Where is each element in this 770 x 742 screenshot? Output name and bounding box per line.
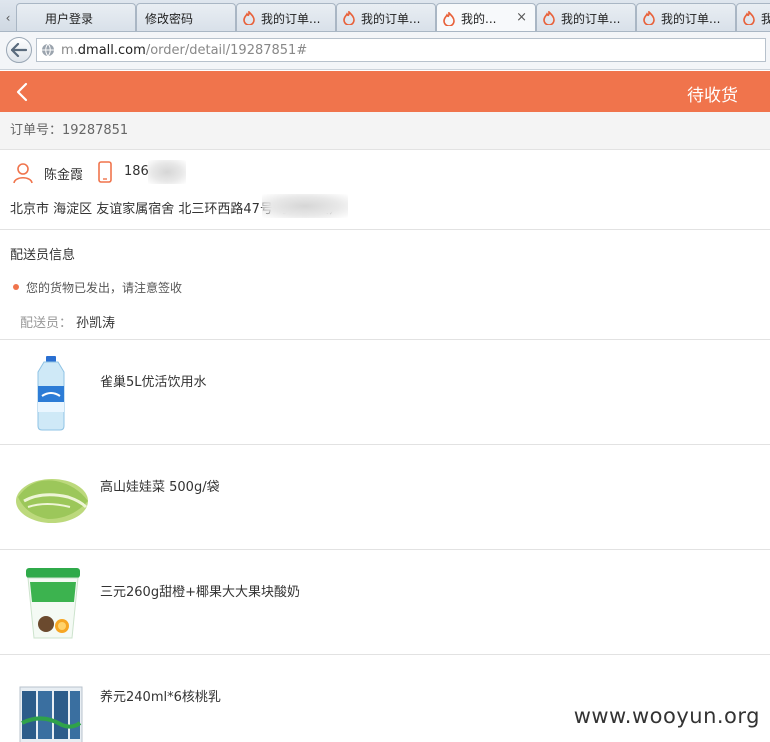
courier-section-title: 配送员信息 <box>10 248 76 263</box>
redaction-blur <box>262 194 348 218</box>
url-host: dmall.com <box>77 42 146 58</box>
flame-favicon-icon <box>743 11 755 25</box>
courier-name: 孙凯涛 <box>76 316 116 331</box>
item-name: 高山娃娃菜 500g/袋 <box>100 480 220 495</box>
item-name: 三元260g甜橙+椰果大大果块酸奶 <box>100 585 300 600</box>
tab-label: 修改密码 <box>145 11 194 26</box>
flame-favicon-icon <box>443 11 455 26</box>
url-input[interactable]: m. dmall.com/order/detail/19287851# <box>36 38 766 62</box>
order-item[interactable]: 雀巢5L优活饮用水 <box>0 340 770 445</box>
browser-tab-strip: ‹ 用户登录 修改密码 我的订单... 我的订单... 我的... × 我的订单… <box>0 0 770 32</box>
tab-my-orders-4[interactable]: 我的订单... <box>636 3 736 31</box>
shipment-notice: 您的货物已发出，请注意签收 <box>26 281 183 295</box>
tab-my-orders-active[interactable]: 我的... × <box>436 3 536 31</box>
phone-icon <box>98 161 112 183</box>
url-prefix: m. <box>61 42 78 58</box>
tab-label: 我的订单... <box>261 11 321 26</box>
yogurt-cup-icon <box>26 568 80 639</box>
flame-favicon-icon <box>543 11 555 25</box>
recipient-name: 陈金霞 <box>44 168 84 183</box>
tab-label: 我的订单... <box>661 11 721 26</box>
tab-label: 用户登录 <box>45 11 94 26</box>
person-icon <box>13 163 33 184</box>
tab-user-login[interactable]: 用户登录 <box>16 3 136 31</box>
flame-favicon-icon <box>243 11 255 25</box>
cabbage-icon <box>16 479 88 523</box>
walnut-milk-pack-icon <box>19 686 83 742</box>
order-item[interactable]: 高山娃娃菜 500g/袋 <box>0 445 770 550</box>
order-item[interactable]: 养元240ml*6核桃乳 <box>0 655 770 742</box>
status-dot-icon <box>13 284 19 290</box>
order-status-title: 待收货 <box>687 86 738 106</box>
order-number: 订单号：19287851 <box>0 112 770 150</box>
order-item[interactable]: 三元260g甜橙+椰果大大果块酸奶 <box>0 550 770 655</box>
tab-label: 我 <box>761 10 770 27</box>
tab-my-orders-1[interactable]: 我的订单... <box>236 3 336 31</box>
tab-my-orders-3[interactable]: 我的订单... <box>536 3 636 31</box>
item-name: 养元240ml*6核桃乳 <box>100 690 221 705</box>
tab-my-orders-5[interactable]: 我 <box>736 3 770 31</box>
courier-label: 配送员： <box>20 316 73 331</box>
tab-change-password[interactable]: 修改密码 <box>136 3 236 31</box>
tab-label: 我的订单... <box>361 11 421 26</box>
address-bar: m. dmall.com/order/detail/19287851# <box>0 32 770 70</box>
back-chevron-icon[interactable] <box>14 82 32 102</box>
tab-label: 我的... <box>461 12 497 26</box>
contact-section <box>0 150 770 230</box>
item-name: 雀巢5L优活饮用水 <box>100 375 207 390</box>
tab-scroll-left-button[interactable]: ‹ <box>0 3 16 31</box>
flame-favicon-icon <box>643 11 655 25</box>
tab-close-icon[interactable]: × <box>516 10 527 25</box>
browser-back-button[interactable] <box>6 37 32 63</box>
water-bottle-icon <box>37 356 65 431</box>
tab-label: 我的订单... <box>561 11 621 26</box>
arrow-left-icon <box>11 43 27 57</box>
url-path: /order/detail/19287851# <box>145 42 308 58</box>
flame-favicon-icon <box>343 11 355 25</box>
page-header: 待收货 <box>0 71 770 112</box>
globe-icon <box>42 43 54 57</box>
tab-my-orders-2[interactable]: 我的订单... <box>336 3 436 31</box>
redaction-blur <box>148 160 186 184</box>
watermark: www.wooyun.org <box>573 704 760 728</box>
